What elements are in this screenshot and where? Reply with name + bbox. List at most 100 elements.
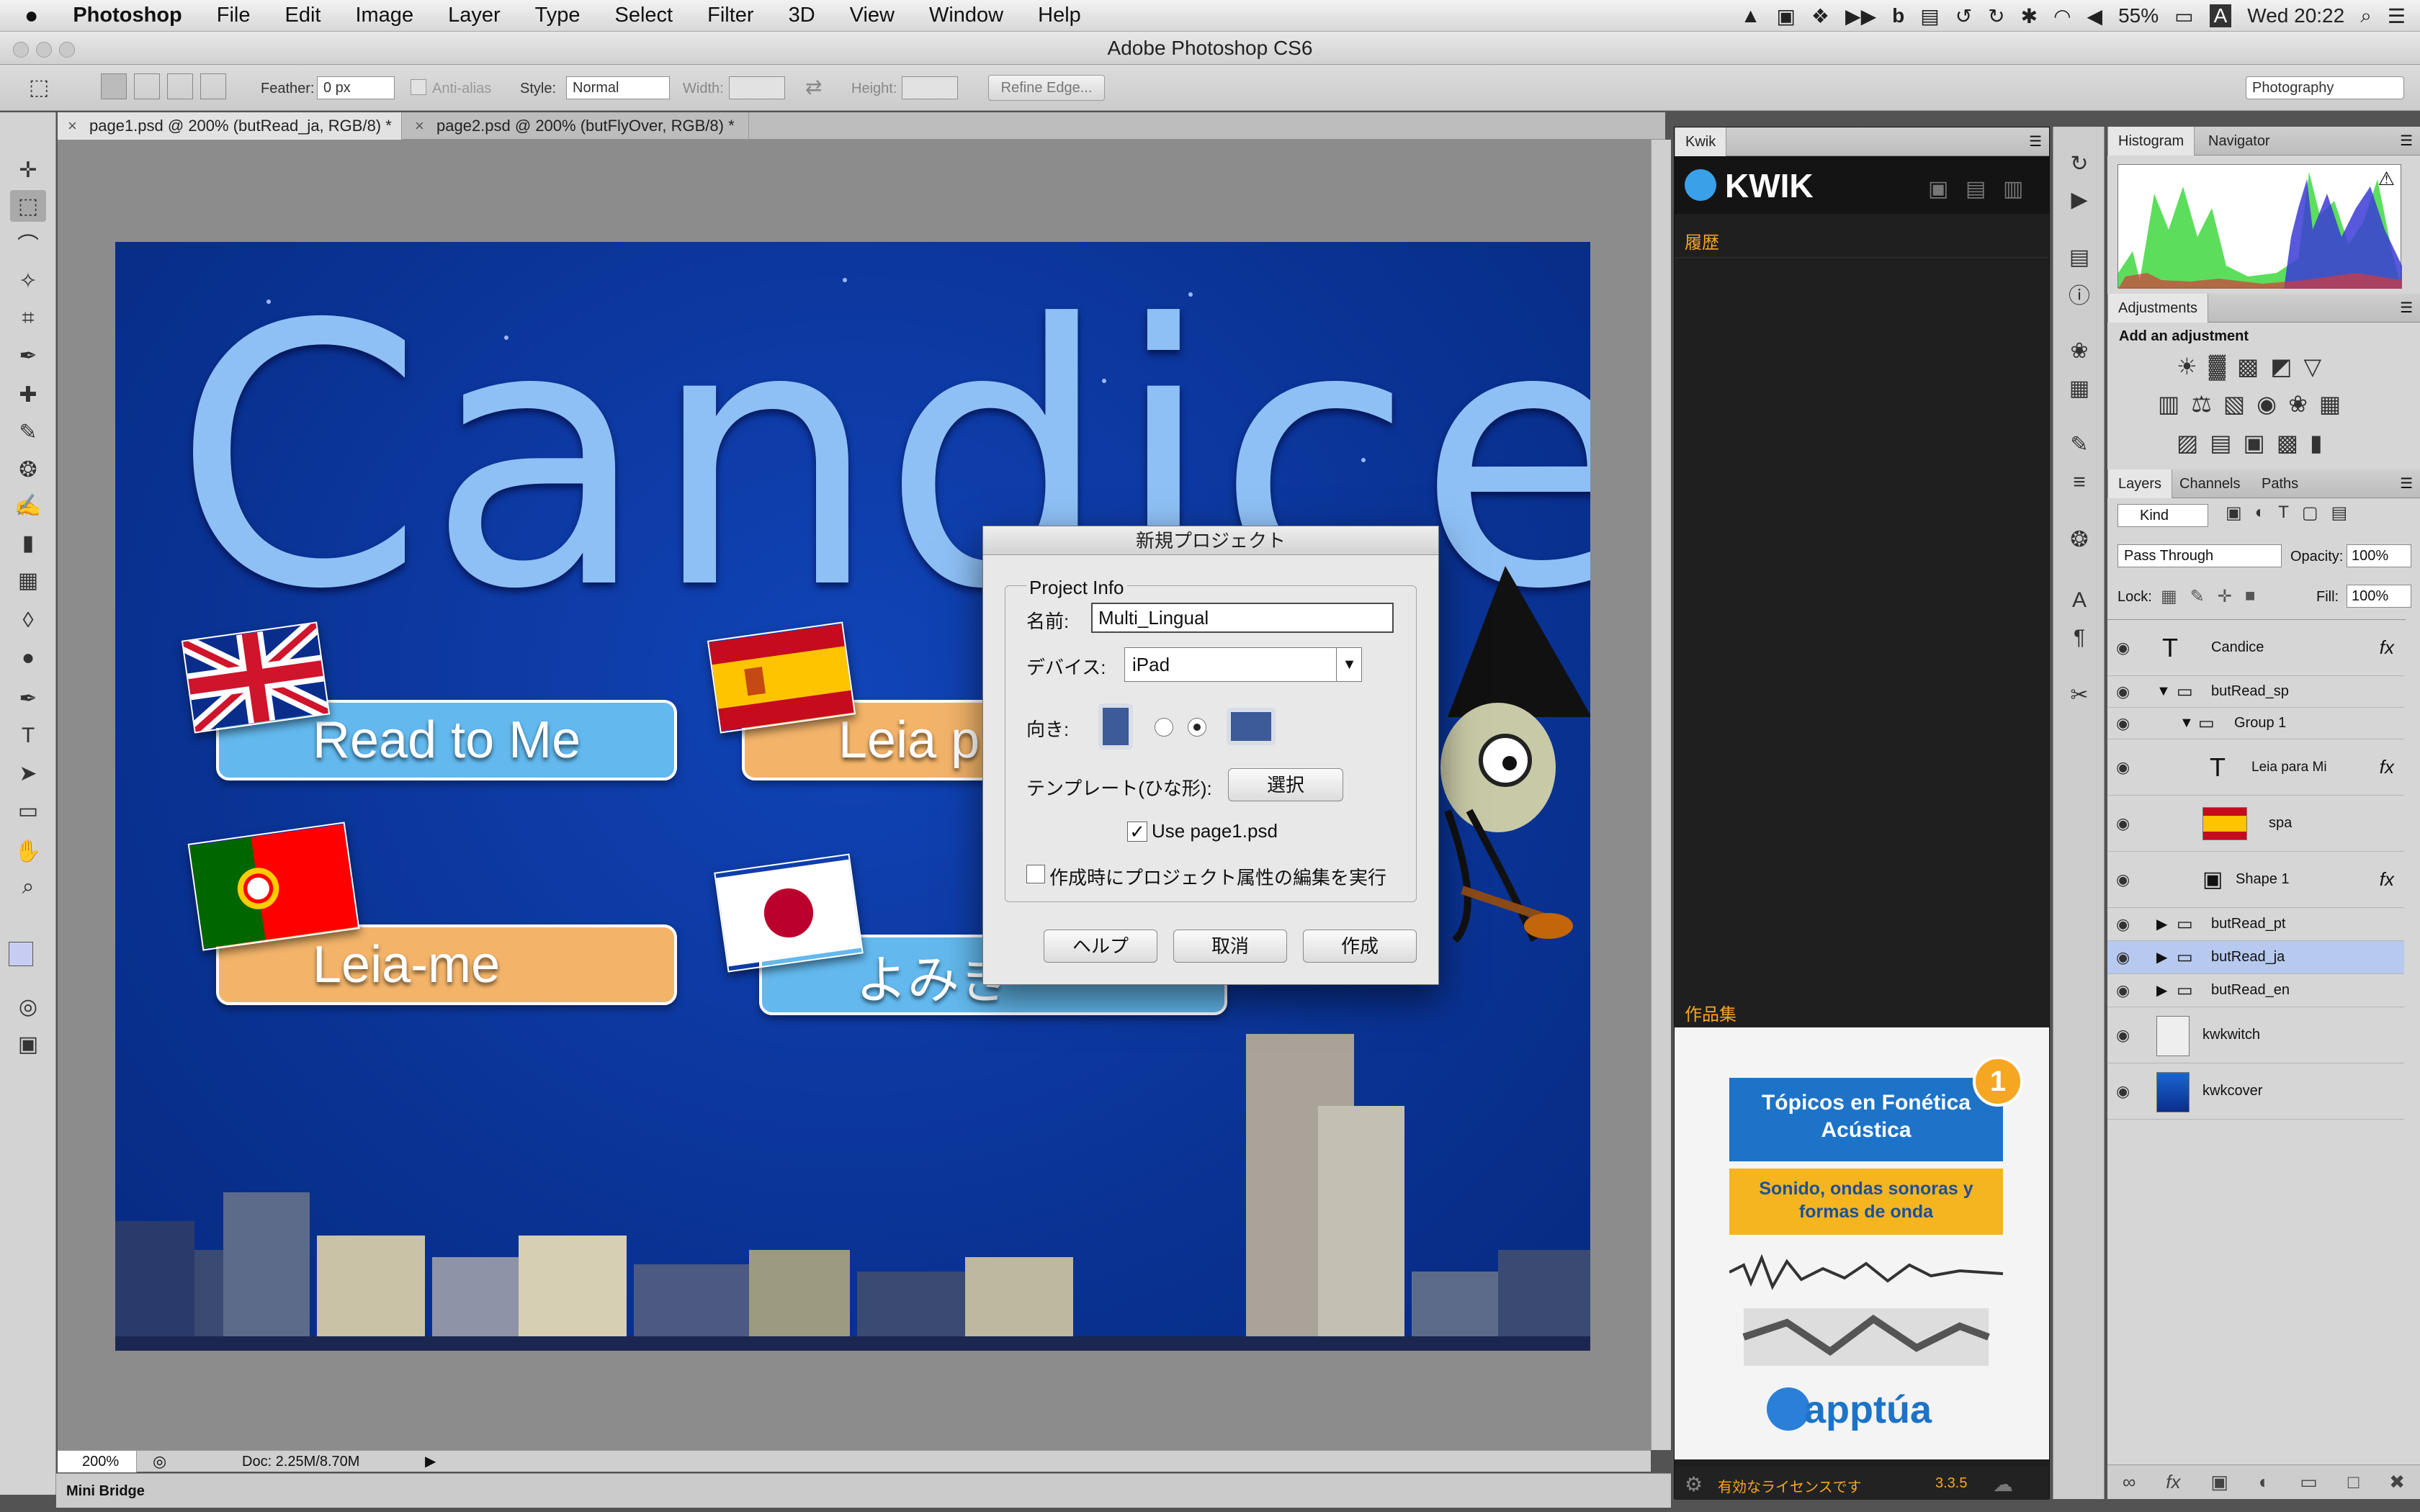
panel-menu-icon[interactable]: ☰ [2400, 294, 2413, 323]
menu-view[interactable]: View [833, 4, 912, 27]
menu-type[interactable]: Type [518, 4, 598, 27]
new-layer-icon[interactable]: □ [2348, 1471, 2360, 1493]
link-layers-icon[interactable]: ∞ [2123, 1471, 2136, 1493]
new-project-folder-icon[interactable]: ▣ [1928, 176, 1948, 202]
foreground-color-swatch[interactable] [9, 942, 33, 966]
visibility-eye-icon[interactable]: ◉ [2116, 714, 2130, 733]
wifi-icon[interactable]: ◠ [2053, 4, 2071, 28]
panel-menu-icon[interactable]: ☰ [2029, 127, 2042, 156]
zoom-window-button[interactable] [59, 42, 75, 58]
book-icon[interactable]: ▥ [2003, 176, 2023, 202]
use-page-checkbox[interactable]: ✓ [1127, 822, 1147, 842]
sync-icon[interactable]: ↻ [1988, 4, 2004, 28]
promo-banner[interactable]: Tópicos en Fonética Acústica 1 Sonido, o… [1675, 1027, 2049, 1459]
crop-tool-icon[interactable]: ⌗ [10, 302, 46, 334]
path-selection-tool-icon[interactable]: ➤ [10, 757, 46, 789]
app-menu[interactable]: Photoshop [55, 4, 199, 27]
lasso-tool-icon[interactable]: ⌒ [10, 228, 46, 259]
menu-select[interactable]: Select [598, 4, 691, 27]
filter-type-icon[interactable]: T [2278, 503, 2289, 523]
visibility-eye-icon[interactable]: ◉ [2116, 870, 2130, 889]
new-selection-icon[interactable] [101, 73, 127, 99]
add-selection-icon[interactable] [134, 73, 160, 99]
visibility-eye-icon[interactable]: ◉ [2116, 639, 2130, 657]
vertical-scrollbar[interactable] [1651, 140, 1671, 1450]
clock[interactable]: Wed 20:22 [2247, 4, 2344, 27]
portrait-radio[interactable] [1155, 718, 1173, 737]
posterize-icon[interactable]: ▤ [2210, 429, 2231, 456]
lock-position-icon[interactable]: ✛ [2218, 586, 2232, 607]
layer-row[interactable]: ◉ kwkwitch [2107, 1007, 2404, 1063]
layer-row[interactable]: ◉ ▼ ▭ butRead_sp [2107, 676, 2404, 708]
screen-mode-icon[interactable]: ▣ [10, 1028, 46, 1060]
notification-icon[interactable]: ▲ [1741, 4, 1761, 27]
tab-adjustments[interactable]: Adjustments [2107, 294, 2209, 323]
display-icon[interactable]: ▤ [1920, 4, 1939, 28]
levels-icon[interactable]: ▓ [2209, 353, 2226, 380]
invert-icon[interactable]: ▨ [2177, 429, 2198, 456]
vibrance-icon[interactable]: ▽ [2303, 353, 2321, 380]
refine-edge-button[interactable]: Refine Edge... [988, 75, 1105, 101]
tab-layers[interactable]: Layers [2107, 469, 2173, 498]
layer-row-selected[interactable]: ◉ ▶ ▭ butRead_ja [2107, 941, 2404, 974]
menu-layer[interactable]: Layer [431, 4, 518, 27]
tab-paths[interactable]: Paths [2251, 469, 2308, 498]
lock-image-icon[interactable]: ✎ [2190, 586, 2205, 607]
move-tool-icon[interactable]: ✛ [10, 154, 46, 186]
workspace-select[interactable]: Photography [2246, 76, 2404, 99]
eraser-tool-icon[interactable]: ▮ [10, 527, 46, 559]
visibility-eye-icon[interactable]: ◉ [2116, 948, 2130, 967]
open-folder-icon[interactable]: ▤ [1966, 176, 1986, 202]
doc-size[interactable]: Doc: 2.25M/8.70M [242, 1451, 359, 1472]
fx-icon[interactable]: fx [2380, 868, 2394, 891]
properties-panel-icon[interactable]: ▤ [2063, 242, 2095, 274]
actions-play-icon[interactable]: ▶ [2063, 184, 2095, 216]
color-lookup-icon[interactable]: ▦ [2319, 390, 2341, 418]
zoom-tool-icon[interactable]: ⌕ [10, 871, 46, 903]
battery-status[interactable]: 55% [2118, 4, 2159, 27]
width-input[interactable] [729, 76, 785, 99]
volume-icon[interactable]: ◀ [2087, 4, 2103, 28]
histogram-warning-icon[interactable]: ⚠ [2378, 168, 2395, 190]
tab-histogram[interactable]: Histogram [2107, 127, 2195, 156]
visibility-eye-icon[interactable]: ◉ [2116, 915, 2130, 934]
expand-arrow-icon[interactable]: ▶ [2156, 981, 2167, 999]
swap-dimensions-icon[interactable]: ⇄ [805, 75, 822, 99]
feather-input[interactable]: 0 px [317, 76, 395, 99]
close-tab-icon[interactable]: × [415, 112, 424, 140]
input-source[interactable]: A [2209, 4, 2232, 27]
cloud-icon[interactable]: ☁ [1993, 1472, 2013, 1496]
layer-row[interactable]: ◉ T Leia para Mi fx [2107, 739, 2404, 796]
bluetooth-icon[interactable]: ✱ [2021, 4, 2038, 28]
healing-brush-tool-icon[interactable]: ✚ [10, 379, 46, 410]
chevron-down-icon[interactable]: ▼ [1336, 647, 1362, 682]
expand-arrow-icon[interactable]: ▼ [2179, 715, 2194, 732]
menu-3d[interactable]: 3D [771, 4, 833, 27]
close-tab-icon[interactable]: × [68, 112, 77, 140]
quick-mask-icon[interactable]: ◎ [10, 991, 46, 1022]
visibility-eye-icon[interactable]: ◉ [2116, 758, 2130, 777]
visibility-eye-icon[interactable]: ◉ [2116, 981, 2130, 1000]
tab-channels[interactable]: Channels [2169, 469, 2251, 498]
menu-window[interactable]: Window [912, 4, 1021, 27]
status-menu-arrow-icon[interactable]: ▶ [425, 1451, 436, 1472]
opacity-input[interactable]: 100% [2347, 544, 2411, 567]
history-brush-tool-icon[interactable]: ✍ [10, 490, 46, 521]
layer-row[interactable]: ◉ kwkcover [2107, 1063, 2404, 1120]
expand-arrow-icon[interactable]: ▶ [2156, 915, 2167, 933]
layer-row[interactable]: ◉ T Candice fx [2107, 620, 2404, 676]
height-input[interactable] [902, 76, 958, 99]
share-icon[interactable]: ◎ [153, 1451, 166, 1472]
magic-wand-tool-icon[interactable]: ✧ [10, 265, 46, 297]
hand-tool-icon[interactable]: ✋ [10, 835, 46, 867]
black-white-icon[interactable]: ▧ [2223, 390, 2245, 418]
tab-navigator[interactable]: Navigator [2198, 127, 2280, 156]
hue-saturation-icon[interactable]: ▥ [2158, 390, 2179, 418]
info-panel-icon[interactable]: ⓘ [2063, 281, 2095, 312]
layer-row[interactable]: ◉ ▶ ▭ butRead_en [2107, 974, 2404, 1007]
dropbox-icon[interactable]: ❖ [1811, 4, 1829, 28]
notification-center-icon[interactable]: ☰ [2388, 4, 2406, 28]
intersect-selection-icon[interactable] [200, 73, 226, 99]
select-template-button[interactable]: 選択 [1228, 768, 1343, 801]
fx-icon[interactable]: fx [2380, 636, 2394, 659]
